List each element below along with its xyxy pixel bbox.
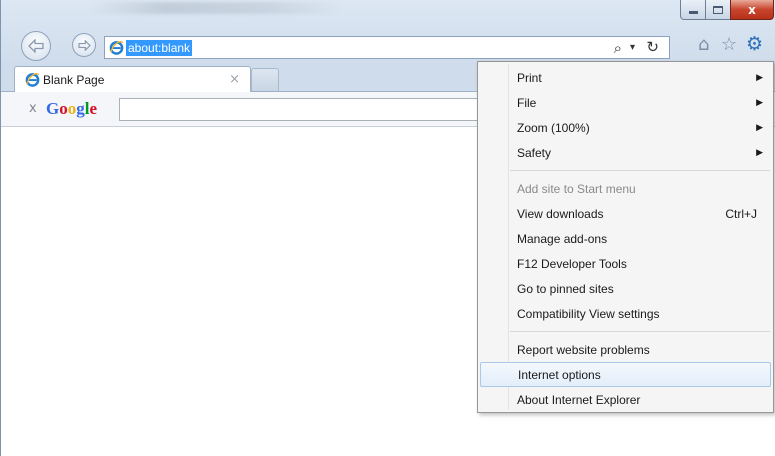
menu-item-view-downloads[interactable]: View downloads Ctrl+J xyxy=(480,201,771,226)
address-bar[interactable]: about:blank ⌕ ▾ ↻ xyxy=(104,36,670,59)
close-button[interactable]: x xyxy=(730,0,774,20)
new-tab-button[interactable] xyxy=(251,68,279,91)
menu-item-label: About Internet Explorer xyxy=(517,392,641,407)
minimize-button[interactable] xyxy=(680,0,706,20)
menu-item-add-site-to-start-menu: Add site to Start menu xyxy=(480,176,771,201)
menu-item-print[interactable]: Print ▶ xyxy=(480,65,771,90)
google-logo-letter: g xyxy=(76,99,85,118)
menu-item-label: Zoom (100%) xyxy=(517,120,590,135)
menu-separator xyxy=(510,331,770,332)
maximize-button[interactable] xyxy=(705,0,731,20)
tools-menu: Print ▶ File ▶ Zoom (100%) ▶ Safety ▶ Add site t… xyxy=(477,61,774,413)
tab-close-icon[interactable]: × xyxy=(229,72,240,87)
menu-item-shortcut: Ctrl+J xyxy=(725,206,757,221)
menu-item-label: Manage add-ons xyxy=(517,231,608,246)
menu-item-internet-options[interactable]: Internet options xyxy=(480,362,771,387)
menu-item-zoom-100[interactable]: Zoom (100%) ▶ xyxy=(480,115,771,140)
ie-logo-icon xyxy=(109,41,124,55)
browser-chrome: x about:blank ⌕ ▾ ↻ ⌂ ☆ ⚙ xyxy=(1,0,775,66)
menu-item-report-website-problems[interactable]: Report website problems xyxy=(480,337,771,362)
google-logo: Google xyxy=(46,99,97,119)
menu-item-label: File xyxy=(517,95,537,110)
google-toolbar-close-icon[interactable]: x xyxy=(29,101,37,116)
browser-window: x about:blank ⌕ ▾ ↻ ⌂ ☆ ⚙ Blank Page × x… xyxy=(0,0,775,456)
refresh-icon[interactable]: ↻ xyxy=(646,38,659,56)
menu-item-about-internet-explorer[interactable]: About Internet Explorer xyxy=(480,387,771,412)
ie-logo-icon xyxy=(25,73,40,87)
favorites-star-icon[interactable]: ☆ xyxy=(721,36,737,54)
menu-item-label: Compatibility View settings xyxy=(517,306,660,321)
submenu-arrow-icon: ▶ xyxy=(756,72,763,82)
menu-item-label: Safety xyxy=(517,145,552,160)
google-logo-letter: e xyxy=(89,99,98,118)
menu-item-label: View downloads xyxy=(517,206,604,221)
menu-item-manage-add-ons[interactable]: Manage add-ons xyxy=(480,226,771,251)
tab-title: Blank Page xyxy=(43,73,105,87)
menu-item-label: Go to pinned sites xyxy=(517,281,614,296)
submenu-arrow-icon: ▶ xyxy=(756,97,763,107)
menu-item-label: Internet options xyxy=(518,367,601,382)
menu-item-compatibility-view-settings[interactable]: Compatibility View settings xyxy=(480,301,771,326)
minimize-icon xyxy=(688,11,698,14)
submenu-arrow-icon: ▶ xyxy=(756,122,763,132)
tab-blank-page[interactable]: Blank Page × xyxy=(14,66,251,92)
maximize-icon xyxy=(713,5,723,14)
home-icon[interactable]: ⌂ xyxy=(698,36,709,54)
back-button[interactable] xyxy=(21,31,51,61)
menu-separator xyxy=(510,170,770,171)
menu-item-label: Report website problems xyxy=(517,342,650,357)
google-logo-letter: o xyxy=(67,99,77,118)
chevron-down-icon[interactable]: ▾ xyxy=(630,42,635,53)
blurred-title xyxy=(91,2,341,14)
address-url[interactable]: about:blank xyxy=(126,40,193,56)
google-logo-letter: o xyxy=(59,99,68,118)
submenu-arrow-icon: ▶ xyxy=(756,147,763,157)
close-icon: x xyxy=(748,2,756,17)
menu-item-f12-developer-tools[interactable]: F12 Developer Tools xyxy=(480,251,771,276)
google-logo-letter: G xyxy=(46,99,60,118)
menu-item-file[interactable]: File ▶ xyxy=(480,90,771,115)
back-arrow-icon xyxy=(28,39,44,53)
menu-item-label: F12 Developer Tools xyxy=(517,256,627,271)
forward-arrow-icon xyxy=(77,39,91,51)
menu-item-safety[interactable]: Safety ▶ xyxy=(480,140,771,165)
window-controls: x xyxy=(680,0,774,22)
forward-button[interactable] xyxy=(72,33,96,57)
google-search-input[interactable] xyxy=(119,98,499,121)
search-icon[interactable]: ⌕ xyxy=(614,39,622,57)
gear-icon[interactable]: ⚙ xyxy=(746,35,763,54)
menu-item-label: Add site to Start menu xyxy=(517,181,636,196)
menu-item-go-to-pinned-sites[interactable]: Go to pinned sites xyxy=(480,276,771,301)
menu-item-label: Print xyxy=(517,70,542,85)
